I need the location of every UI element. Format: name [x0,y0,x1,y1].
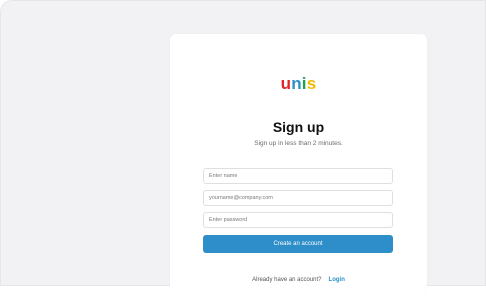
logo-letter: s [306,74,317,93]
login-prompt: Already have an account? Login [170,277,427,283]
page-title: Sign up [272,119,325,135]
signup-card: unis Sign up Sign up in less than 2 minu… [170,34,427,296]
email-field[interactable] [203,190,393,206]
login-prompt-text: Already have an account? [252,277,322,283]
logo-letter: n [291,74,302,93]
logo-letter: u [280,74,292,93]
page-subtitle: Sign up in less than 2 minutes. [254,140,343,147]
create-account-button[interactable]: Create an account [203,235,393,253]
password-field[interactable] [203,212,393,228]
login-link[interactable]: Login [329,277,345,283]
unis-logo: unis [170,74,427,94]
name-field[interactable] [203,168,393,184]
